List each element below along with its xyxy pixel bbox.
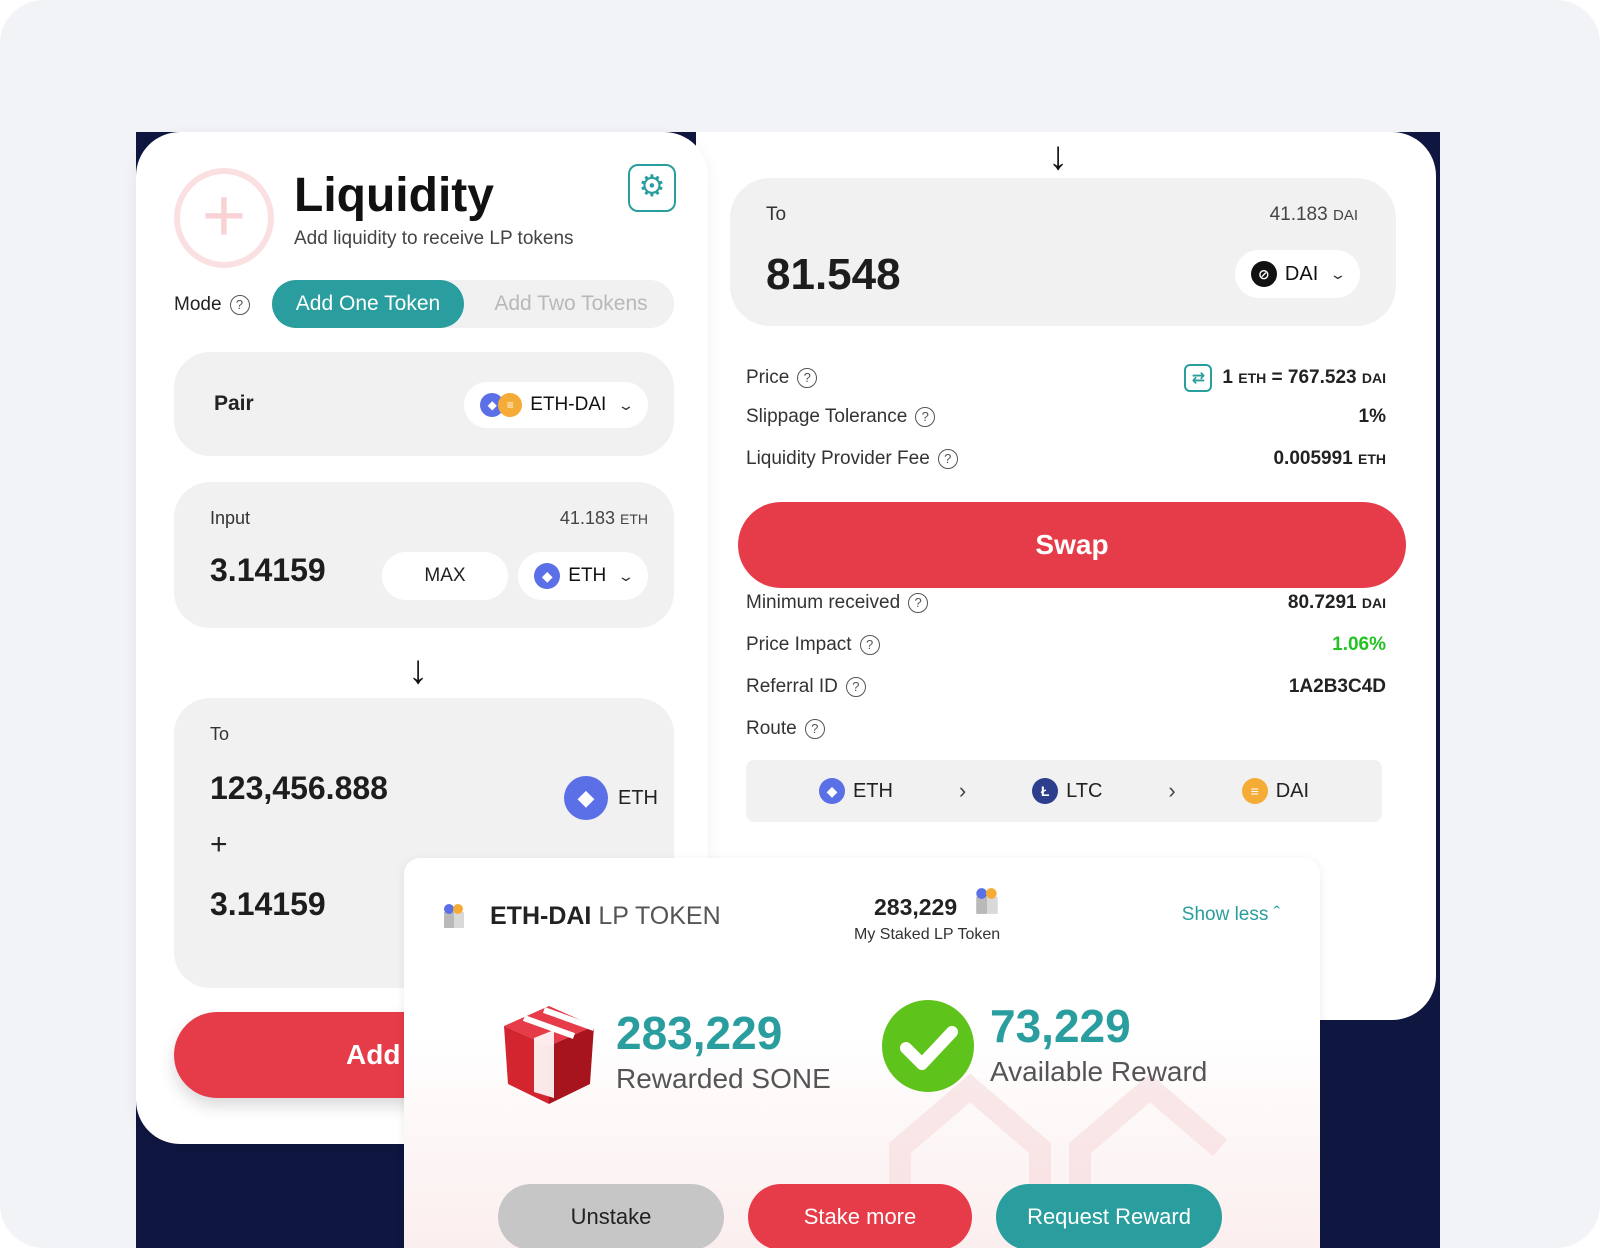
chevron-up-icon: ˆ	[1273, 904, 1280, 925]
stake-more-button[interactable]: Stake more	[748, 1184, 972, 1248]
eth-icon: ◆	[534, 563, 561, 589]
slippage-value: 1%	[1358, 406, 1386, 427]
lp-token-name: ETH-DAI LP TOKEN	[490, 902, 721, 930]
input-balance: 41.183 ETH	[559, 508, 648, 528]
eth-icon: ◆	[818, 778, 845, 804]
price-impact-value: 1.06%	[1332, 634, 1386, 655]
page-title: Liquidity	[294, 169, 494, 222]
gift-box-icon	[504, 1006, 596, 1104]
mode-label: Mode?	[174, 294, 250, 316]
chevron-right-icon: ›	[1168, 778, 1176, 803]
mode-add-one-token[interactable]: Add One Token	[272, 280, 464, 328]
dai-icon: ≡	[1241, 778, 1268, 804]
to-token-select[interactable]: ⊘ DAI ⌄	[1234, 250, 1360, 298]
available-label: Available Reward	[990, 1056, 1208, 1087]
chevron-right-icon: ›	[958, 778, 967, 803]
pair-field: Pair ◆ ≡ ETH-DAI ⌄	[174, 352, 674, 456]
help-icon[interactable]: ?	[804, 718, 825, 739]
to-amount[interactable]: 81.548	[766, 250, 901, 300]
help-icon[interactable]: ?	[859, 634, 880, 655]
checkmark-icon	[882, 1000, 974, 1092]
slippage-label: Slippage Tolerance	[746, 406, 908, 427]
help-icon[interactable]: ?	[915, 406, 936, 427]
referral-value: 1A2B3C4D	[1288, 676, 1386, 697]
price-value: ⇄ 1 ETH = 767.523 DAI	[1184, 364, 1386, 392]
route-hop: ≡ DAI	[1241, 778, 1309, 804]
input-amount[interactable]: 3.14159	[210, 552, 326, 589]
swap-to-field: To 41.183 DAI 81.548 ⊘ DAI ⌄	[730, 178, 1396, 326]
route-label: Route	[746, 718, 797, 739]
available-reward-block: 73,229 Available Reward	[880, 998, 1207, 1094]
mode-toggle: Add One Token Add Two Tokens	[272, 280, 674, 328]
down-arrow-icon: ↓	[408, 648, 428, 692]
available-value: 73,229	[990, 1000, 1131, 1052]
help-icon[interactable]: ?	[229, 294, 250, 315]
input-field: Input 41.183 ETH 3.14159 MAX ◆ ETH ⌄	[174, 482, 674, 628]
request-reward-button[interactable]: Request Reward	[996, 1184, 1222, 1248]
min-received-row: Minimum received? 80.7291 DAI	[746, 592, 1386, 614]
lp-token-icon	[444, 904, 464, 928]
mode-add-two-tokens[interactable]: Add Two Tokens	[476, 280, 666, 328]
help-icon[interactable]: ?	[845, 676, 866, 697]
to-token: ◆ ETH	[564, 776, 658, 820]
to-label: To	[766, 204, 787, 225]
chevron-down-icon: ⌄	[617, 396, 635, 413]
min-received-value: 80.7291 DAI	[1287, 592, 1386, 613]
pair-select[interactable]: ◆ ≡ ETH-DAI ⌄	[464, 382, 648, 428]
input-label: Input	[210, 508, 251, 528]
route-hop: ◆ ETH	[818, 778, 893, 804]
show-less-link[interactable]: Show less ˆ	[1182, 904, 1280, 926]
chevron-down-icon: ⌄	[617, 567, 635, 584]
fee-row: Liquidity Provider Fee? 0.005991 ETH	[746, 448, 1386, 470]
price-row: Price? ⇄ 1 ETH = 767.523 DAI	[746, 364, 1386, 392]
referral-row: Referral ID? 1A2B3C4D	[746, 676, 1386, 698]
route-path: ◆ ETH › Ł LTC › ≡ DAI	[746, 760, 1382, 822]
staked-lp-label: My Staked LP Token	[854, 926, 1001, 943]
fee-label: Liquidity Provider Fee	[746, 448, 930, 469]
staked-lp-value: 283,229	[874, 894, 958, 920]
route-row: Route?	[746, 718, 1386, 740]
rewarded-label: Rewarded SONE	[616, 1063, 831, 1094]
slippage-row: Slippage Tolerance? 1%	[746, 406, 1386, 428]
to-amount-1: 123,456.888	[210, 770, 388, 806]
help-icon[interactable]: ?	[797, 367, 818, 388]
eth-dai-pair-icon: ◆ ≡	[480, 393, 523, 417]
price-impact-row: Price Impact? 1.06%	[746, 634, 1386, 656]
max-button[interactable]: MAX	[382, 552, 508, 600]
swap-direction-icon[interactable]: ⇄	[1184, 364, 1213, 392]
page-subtitle: Add liquidity to receive LP tokens	[294, 228, 574, 249]
chevron-down-icon: ⌄	[1329, 265, 1347, 282]
plus-icon: +	[210, 828, 228, 861]
referral-label: Referral ID	[746, 676, 838, 697]
plus-circle-icon: +	[174, 168, 274, 268]
lp-token-icon	[976, 888, 998, 914]
min-received-label: Minimum received	[746, 592, 901, 613]
price-impact-label: Price Impact	[746, 634, 852, 655]
unstake-button[interactable]: Unstake	[498, 1184, 724, 1248]
to-token-label: DAI	[1284, 262, 1319, 285]
input-token-label: ETH	[568, 565, 607, 586]
rewarded-sone-block: 283,229 Rewarded SONE	[494, 998, 831, 1108]
rewarded-value: 283,229	[616, 1007, 783, 1059]
gear-icon[interactable]: ⚙	[628, 164, 676, 212]
eth-icon: ◆	[564, 776, 608, 820]
fee-value: 0.005991 ETH	[1273, 448, 1386, 469]
input-token-select[interactable]: ◆ ETH ⌄	[518, 552, 648, 600]
to-balance: 41.183 DAI	[1269, 204, 1358, 225]
pair-value: ETH-DAI	[530, 394, 607, 415]
dai-icon: ⊘	[1250, 261, 1277, 287]
down-arrow-icon[interactable]: ↓	[1048, 136, 1068, 176]
route-hop: Ł LTC	[1032, 778, 1102, 804]
to-label: To	[210, 724, 230, 744]
pair-label: Pair	[214, 392, 254, 415]
ltc-icon: Ł	[1032, 778, 1059, 804]
help-icon[interactable]: ?	[937, 448, 958, 469]
to-amount-2: 3.14159	[210, 886, 326, 922]
swap-button[interactable]: Swap	[738, 502, 1406, 588]
lp-token-card: ETH-DAI LP TOKEN 283,229 My Staked LP To…	[404, 858, 1320, 1248]
help-icon[interactable]: ?	[908, 592, 929, 613]
price-label: Price	[746, 367, 790, 388]
canvas-background: ↓ To 41.183 DAI 81.548 ⊘ DAI ⌄ Price? ⇄ 1…	[0, 0, 1600, 1248]
